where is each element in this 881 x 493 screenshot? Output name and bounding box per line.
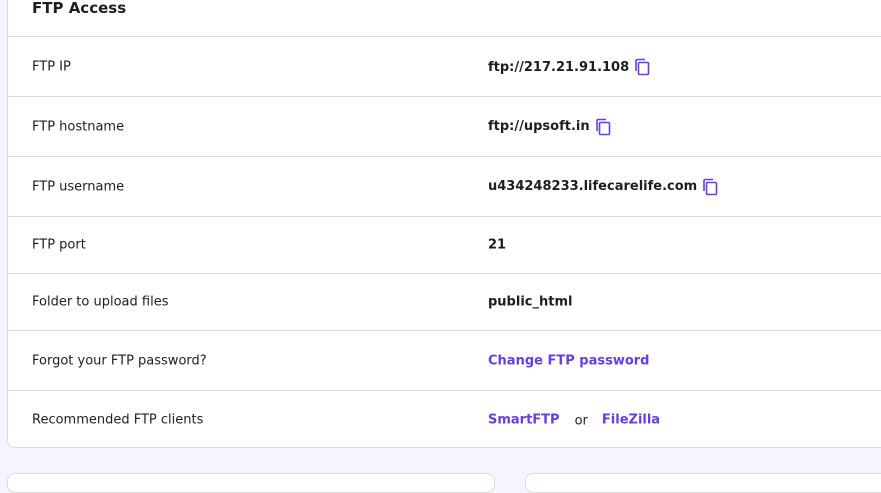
row-label: Forgot your FTP password? [32,353,207,368]
row-value: u434248233.lifecarelife.com [488,178,718,196]
row-label: FTP hostname [32,119,125,134]
ftp-access-card: FTP Access FTP IP ftp://217.21.91.108 FT… [7,0,881,448]
row-recommended-clients: Recommended FTP clients SmartFTP or File… [8,390,881,449]
ftp-hostname-value: ftp://upsoft.in [488,119,590,134]
row-ftp-hostname: FTP hostname ftp://upsoft.in [8,96,881,156]
row-ftp-username: FTP username u434248233.lifecarelife.com [8,156,881,216]
row-value: ftp://217.21.91.108 [488,58,650,76]
copy-icon[interactable] [595,118,611,136]
copy-icon[interactable] [702,178,718,196]
row-value: SmartFTP or FileZilla [488,413,660,429]
row-label: FTP IP [32,59,71,74]
row-value: Change FTP password [488,353,649,368]
row-label: FTP username [32,179,125,194]
row-label: FTP port [32,237,86,253]
or-separator: or [574,413,588,429]
ftp-port-value: 21 [488,237,507,253]
row-value: ftp://upsoft.in [488,118,611,136]
filezilla-link[interactable]: FileZilla [602,413,660,428]
row-upload-folder: Folder to upload files public_html [8,273,881,330]
change-ftp-password-link[interactable]: Change FTP password [488,353,649,368]
card-title: FTP Access [32,0,127,17]
ftp-username-value: u434248233.lifecarelife.com [488,179,698,194]
ftp-ip-value: ftp://217.21.91.108 [488,59,630,75]
copy-icon[interactable] [634,58,650,76]
next-card-right [525,473,881,493]
row-label: Recommended FTP clients [32,412,204,428]
row-ftp-ip: FTP IP ftp://217.21.91.108 [8,36,881,96]
row-ftp-port: FTP port 21 [8,216,881,273]
row-forgot-password: Forgot your FTP password? Change FTP pas… [8,330,881,390]
row-label: Folder to upload files [32,294,169,310]
smartftp-link[interactable]: SmartFTP [488,413,560,428]
upload-folder-value: public_html [488,294,573,310]
next-card-left [7,473,495,493]
